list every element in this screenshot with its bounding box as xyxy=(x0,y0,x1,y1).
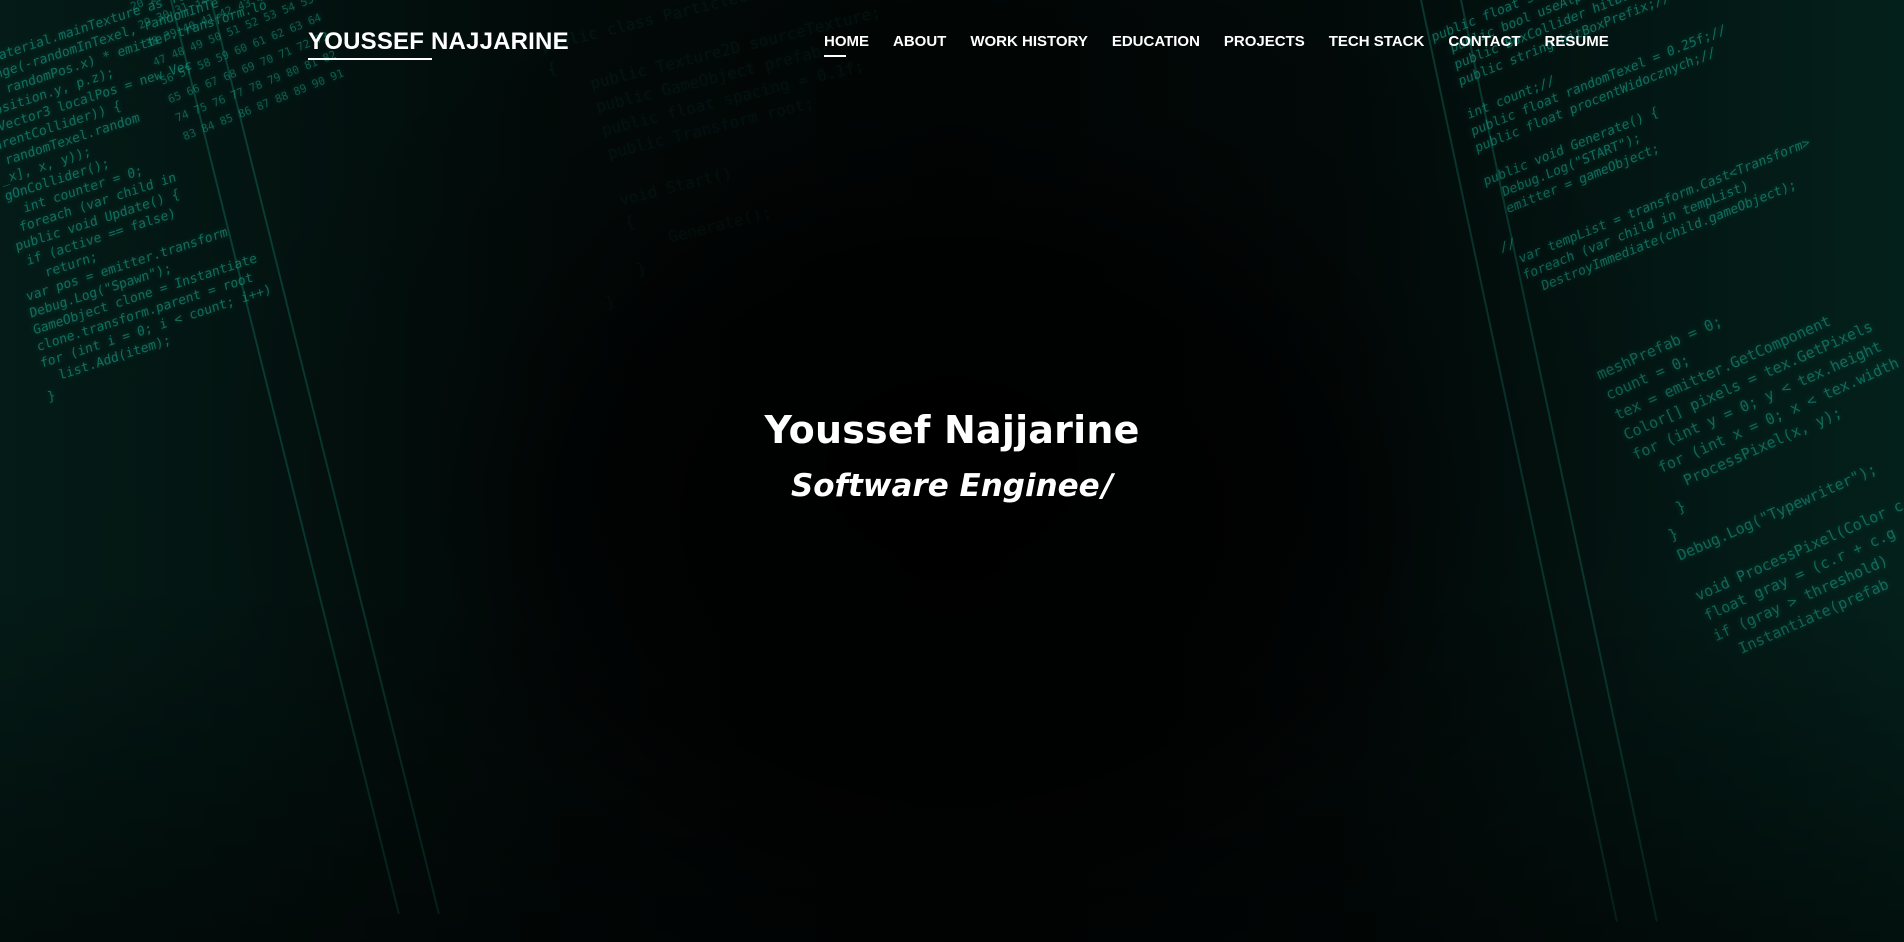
hero-role-text: Software Enginee xyxy=(790,468,1100,504)
brand-label: YOUSSEF NAJJARINE xyxy=(308,28,569,55)
hero-name: Youssef Najjarine xyxy=(764,408,1140,452)
brand-underline xyxy=(308,58,432,60)
nav-item-contact[interactable]: CONTACT xyxy=(1448,33,1520,50)
nav-item-home[interactable]: HOME xyxy=(824,33,869,57)
nav-menu: HOME ABOUT WORK HISTORY EDUCATION PROJEC… xyxy=(824,33,1609,57)
nav-item-about[interactable]: ABOUT xyxy=(893,33,946,50)
brand-logo[interactable]: YOUSSEF NAJJARINE xyxy=(308,28,569,60)
nav-item-projects[interactable]: PROJECTS xyxy=(1224,33,1305,50)
background-bottom-fade xyxy=(0,582,1904,942)
top-navbar: YOUSSEF NAJJARINE HOME ABOUT WORK HISTOR… xyxy=(0,0,1904,86)
nav-item-resume[interactable]: RESUME xyxy=(1545,33,1609,50)
nav-item-tech-stack[interactable]: TECH STACK xyxy=(1329,33,1425,50)
hero-role: Software Enginee/ xyxy=(0,468,1904,504)
nav-item-work-history[interactable]: WORK HISTORY xyxy=(970,33,1088,50)
typing-cursor: / xyxy=(1101,468,1114,504)
hero-section: Youssef Najjarine Software Enginee/ xyxy=(0,408,1904,504)
nav-item-education[interactable]: EDUCATION xyxy=(1112,33,1200,50)
